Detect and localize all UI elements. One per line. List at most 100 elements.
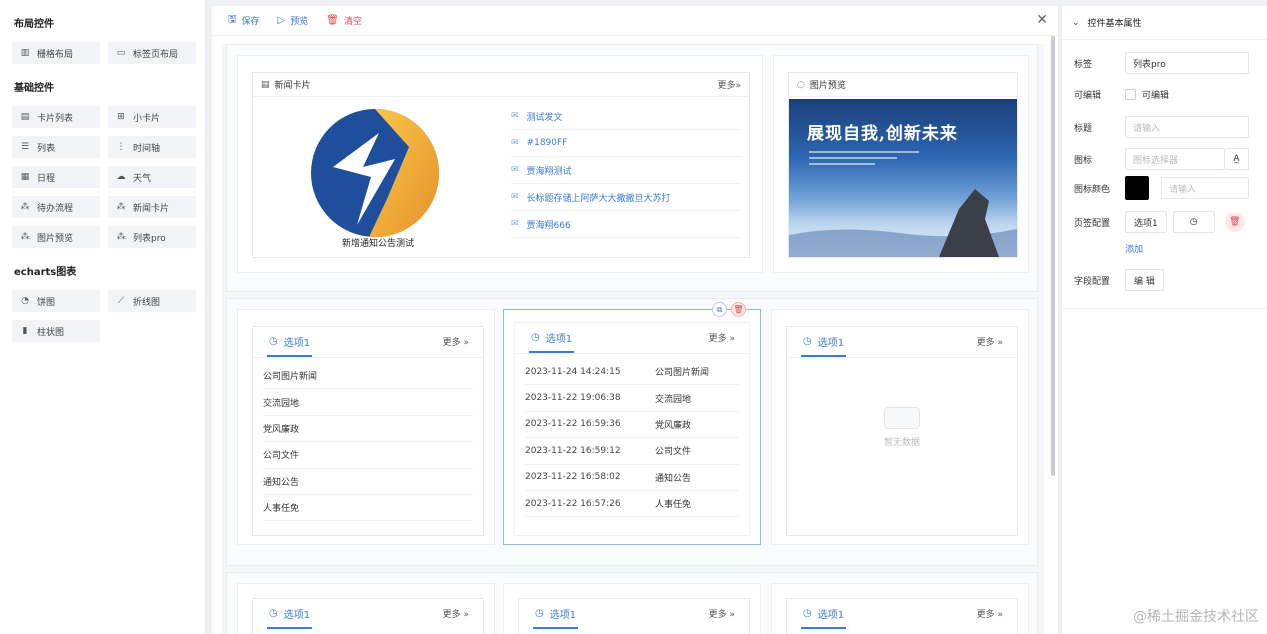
list-item[interactable]: 2023-11-24 14:24:15 公司图片新闻 (525, 359, 739, 386)
add-tab-link[interactable]: 添加 (1125, 242, 1143, 255)
grid-row-1[interactable]: ▤ 新闻卡片 更多» 新增通知公告测试 ✉ 测试发文 ✉ #1890FF ✉ 贾… (226, 44, 1038, 292)
save-button[interactable]: 🖫 保存 (228, 12, 260, 29)
grid-cell[interactable]: ▤ 新闻卡片 更多» 新增通知公告测试 ✉ 测试发文 ✉ #1890FF ✉ 贾… (237, 55, 763, 273)
palette-item-news-card[interactable]: ⁂ 新闻卡片 (108, 196, 196, 218)
palette-item-line-chart[interactable]: ⟋ 折线图 (108, 290, 196, 312)
grid-cell[interactable]: ◷ 选项1 更多 » (503, 583, 761, 634)
palette-item-tab-layout[interactable]: ▭ 标签页布局 (108, 42, 196, 64)
more-link[interactable]: 更多 » (709, 607, 735, 620)
tab-option-1[interactable]: ◷ 选项1 (267, 599, 313, 629)
delete-tab-icon[interactable]: 🗑 (1224, 212, 1245, 232)
field-icon-color: 图标颜色 请输入 (1074, 176, 1249, 200)
palette-item-label: 卡片列表 (37, 113, 74, 124)
small-card-icon: ⊞ (117, 112, 125, 122)
label-input[interactable]: 列表pro (1125, 52, 1249, 74)
list-item[interactable]: 2023-11-22 16:58:02 通知公告 (525, 465, 739, 491)
list-item[interactable]: 通知公告 (263, 469, 473, 495)
more-link[interactable]: 更多 » (443, 607, 469, 620)
tab-list-card[interactable]: ◷ 选项1 更多 » 暂无数据 (786, 326, 1018, 536)
clock-icon-picker[interactable]: ◷ (1172, 211, 1215, 233)
grid-cell[interactable]: ◷ 选项1 更多 » (237, 583, 495, 634)
tab-list-pro-card[interactable]: ◷ 选项1 更多 » 2023-11-24 14:24:15 公司图片新闻 2023… (514, 322, 750, 536)
cloud-icon: ☁ (116, 172, 126, 182)
edit-fields-button[interactable]: 编 辑 (1125, 269, 1164, 291)
tab-option-1[interactable]: ◷ 选项1 (801, 599, 847, 629)
grid-cell[interactable]: ◌ 图片预览 展现自我,创新未来 (773, 55, 1029, 273)
tab-option-1[interactable]: ◷ 选项1 (533, 599, 579, 629)
news-card[interactable]: ▤ 新闻卡片 更多» 新增通知公告测试 ✉ 测试发文 ✉ #1890FF ✉ 贾… (252, 72, 750, 258)
preview-button[interactable]: ▷ 预览 (278, 14, 309, 27)
more-link[interactable]: 更多 » (977, 335, 1003, 348)
list-item[interactable]: 党风廉政 (263, 416, 473, 443)
field-label-text: 标签 (1074, 59, 1093, 70)
clear-button[interactable]: 🗑 清空 (326, 14, 362, 27)
palette-item-list-pro[interactable]: ⁂ 列表pro (108, 226, 196, 248)
more-link[interactable]: 更多 » (709, 331, 735, 344)
tab-list-card[interactable]: ◷ 选项1 更多 » 公司图片新闻 交流园地 党风廉政 公司文件 通知公告 人事任… (252, 326, 484, 536)
tab-label: 选项1 (817, 337, 845, 349)
list-item[interactable]: 交流园地 (263, 389, 473, 416)
properties-header[interactable]: ⌄ 控件基本属性 (1062, 6, 1267, 40)
more-link[interactable]: 更多» (717, 78, 741, 91)
tab-option-1[interactable]: ◷ 选项1 (529, 323, 575, 353)
tab-option-value: 选项1 (1134, 218, 1158, 229)
flow-icon: ⁂ (20, 202, 30, 212)
palette-item-image-preview[interactable]: ⁂ 图片预览 (12, 226, 100, 248)
image-preview-card[interactable]: ◌ 图片预览 展现自我,创新未来 (788, 72, 1018, 258)
grid-cell[interactable]: ◷ 选项1 更多 » (771, 583, 1029, 634)
palette-item-todo-flow[interactable]: ⁂ 待办流程 (12, 196, 100, 218)
grid-row-3[interactable]: ◷ 选项1 更多 » ◷ 选项1 更多 » ◷ 选项1 更多 » (226, 572, 1038, 634)
news-item[interactable]: ✉ 长标题存储上阿萨大大撒撒旦大苏打 (511, 184, 741, 211)
list-item[interactable]: 2023-11-22 16:59:36 党风廉政 (525, 412, 739, 439)
list-item[interactable]: 人事任免 (263, 495, 473, 522)
delete-icon[interactable]: 🗑 (731, 302, 746, 317)
palette-item-bar-chart[interactable]: ▮ 柱状图 (12, 320, 100, 342)
field-label-text: 图标 (1074, 155, 1093, 166)
list-item[interactable]: 2023-11-22 19:06:38 交流园地 (525, 385, 739, 412)
editable-checkbox[interactable] (1125, 89, 1136, 100)
list-item-date: 2023-11-22 16:57:26 (525, 498, 621, 509)
palette-item-schedule[interactable]: ▦ 日程 (12, 166, 100, 188)
label-input-value: 列表pro (1133, 59, 1166, 70)
copy-icon[interactable]: ⧉ (712, 302, 727, 317)
icon-picker-input[interactable]: 图标选择器 (1125, 148, 1225, 170)
tab-list-card[interactable]: ◷ 选项1 更多 » (786, 598, 1018, 634)
palette-item-pie[interactable]: ◔ 饼图 (12, 290, 100, 312)
grid-row-2[interactable]: ◷ 选项1 更多 » 公司图片新闻 交流园地 党风廉政 公司文件 通知公告 人事任… (226, 298, 1038, 566)
news-item[interactable]: ✉ 贾海翔测试 (511, 157, 741, 184)
grid-cell[interactable]: ◷ 选项1 更多 » 暂无数据 (771, 309, 1029, 545)
list-item[interactable]: 公司图片新闻 (263, 363, 473, 390)
palette-item-grid-layout[interactable]: ▥ 栅格布局 (12, 42, 100, 64)
palette-item-card-list[interactable]: ▤ 卡片列表 (12, 106, 100, 128)
news-item[interactable]: ✉ 贾海翔666 (511, 211, 741, 238)
list-item[interactable]: 公司文件 (263, 442, 473, 469)
close-icon[interactable]: ✕ (1036, 12, 1048, 28)
icon-color-input[interactable]: 请输入 (1161, 177, 1249, 199)
palette-item-small-card[interactable]: ⊞ 小卡片 (108, 106, 196, 128)
list-item[interactable]: 2023-11-22 16:59:12 公司文件 (525, 438, 739, 465)
clock-icon: ◷ (803, 607, 812, 619)
grid-cell[interactable]: ◷ 选项1 更多 » 公司图片新闻 交流园地 党风廉政 公司文件 通知公告 人事任… (237, 309, 495, 545)
mail-icon: ✉ (511, 138, 519, 148)
news-item[interactable]: ✉ 测试发文 (511, 103, 741, 130)
tab-list-card[interactable]: ◷ 选项1 更多 » (518, 598, 750, 634)
palette-item-list[interactable]: ☰ 列表 (12, 136, 100, 158)
vertical-scrollbar[interactable] (1051, 36, 1055, 476)
more-link[interactable]: 更多 » (977, 607, 1003, 620)
tab-option-input[interactable]: 选项1 (1125, 211, 1167, 233)
tab-option-1[interactable]: ◷ 选项1 (801, 327, 847, 357)
empty-state: 暂无数据 (787, 407, 1017, 448)
list-item[interactable]: 2023-11-22 16:57:26 人事任免 (525, 491, 739, 518)
tab-option-1[interactable]: ◷ 选项1 (267, 327, 313, 357)
grid-cell-selected[interactable]: ⧉ 🗑 ◷ 选项1 更多 » 2023-11-24 14:24:15 公司图片新闻 … (503, 302, 761, 545)
font-color-icon[interactable]: A̲ (1225, 148, 1249, 170)
more-link[interactable]: 更多 » (443, 335, 469, 348)
palette-item-timeline[interactable]: ⋮ 时间轴 (108, 136, 196, 158)
tab-list-card[interactable]: ◷ 选项1 更多 » (252, 598, 484, 634)
title-input[interactable]: 请输入 (1125, 116, 1249, 138)
empty-text: 暂无数据 (883, 438, 920, 448)
color-swatch[interactable] (1125, 176, 1149, 200)
news-item[interactable]: ✉ #1890FF (511, 130, 741, 157)
preview-image[interactable]: 展现自我,创新未来 (789, 99, 1017, 257)
palette-item-weather[interactable]: ☁ 天气 (108, 166, 196, 188)
